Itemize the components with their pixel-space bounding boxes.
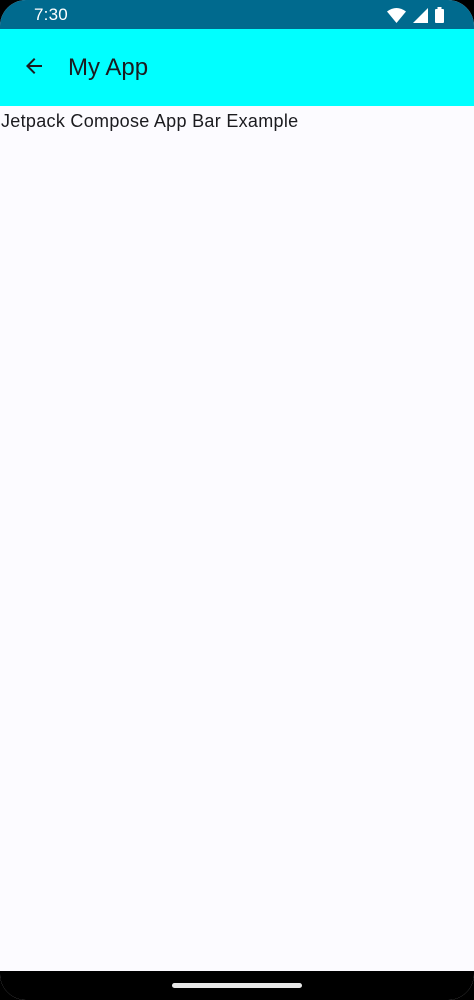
home-handle[interactable] <box>172 983 302 988</box>
status-icons <box>387 6 444 24</box>
wifi-icon <box>387 7 406 23</box>
battery-icon <box>435 7 444 23</box>
status-bar: 7:30 <box>0 0 474 29</box>
gesture-navigation-bar <box>0 971 474 1000</box>
content-area: Jetpack Compose App Bar Example <box>0 106 474 971</box>
content-text: Jetpack Compose App Bar Example <box>1 111 299 131</box>
status-time: 7:30 <box>34 5 68 24</box>
back-button[interactable] <box>10 44 58 92</box>
arrow-back-icon <box>22 54 46 83</box>
phone-screen: 7:30 My App Jetpack Compose App Bar Exam… <box>0 0 474 1000</box>
top-app-bar: My App <box>0 29 474 106</box>
app-title: My App <box>68 54 149 81</box>
signal-icon <box>413 7 428 23</box>
